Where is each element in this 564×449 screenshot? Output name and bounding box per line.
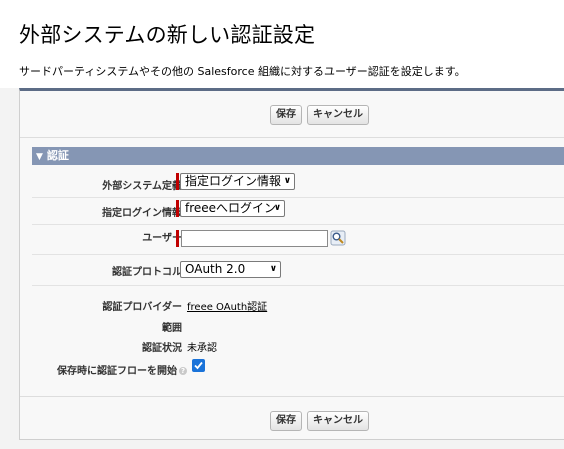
lookup-icon[interactable] bbox=[330, 230, 346, 246]
named-credential-label: 指定ログイン情報 bbox=[102, 208, 182, 219]
chevron-down-icon: ∨ bbox=[269, 264, 277, 274]
page-header: 外部システムの新しい認証設定 サードパーティシステムやその他の Salesfor… bbox=[0, 0, 564, 88]
page-title: 外部システムの新しい認証設定 bbox=[19, 23, 316, 47]
start-flow-checkbox[interactable] bbox=[192, 359, 205, 372]
bottom-button-bar: 保存 キャンセル bbox=[20, 396, 564, 443]
external-system-select[interactable]: 指定ログイン情報 ∨ bbox=[180, 173, 295, 190]
required-indicator bbox=[176, 230, 179, 247]
top-button-bar: 保存 キャンセル bbox=[20, 91, 564, 138]
auth-protocol-value: OAuth 2.0 bbox=[185, 262, 246, 276]
page-description: サードパーティシステムやその他の Salesforce 組織に対するユーザー認証… bbox=[19, 65, 466, 78]
required-indicator bbox=[176, 173, 179, 190]
external-system-label: 外部システム定義 bbox=[102, 181, 182, 192]
help-icon[interactable]: ? bbox=[179, 367, 187, 375]
cancel-button[interactable]: キャンセル bbox=[307, 411, 369, 431]
save-button[interactable]: 保存 bbox=[270, 105, 302, 125]
section-title: 認証 bbox=[46, 149, 69, 162]
field-row-start-flow: 保存時に認証フローを開始? bbox=[32, 356, 564, 382]
auth-protocol-label: 認証プロトコル bbox=[112, 267, 182, 278]
field-row-auth-protocol: 認証プロトコル OAuth 2.0 ∨ bbox=[32, 257, 564, 286]
auth-provider-label: 認証プロバイダー bbox=[102, 302, 182, 313]
auth-status-value: 未承認 bbox=[187, 343, 217, 354]
chevron-down-icon: ∨ bbox=[283, 176, 291, 186]
auth-provider-link[interactable]: freee OAuth認証 bbox=[187, 298, 267, 313]
section-header-auth[interactable]: ▼ 認証 bbox=[32, 147, 564, 165]
auth-status-label: 認証状況 bbox=[142, 343, 182, 354]
auth-protocol-select[interactable]: OAuth 2.0 ∨ bbox=[180, 261, 281, 278]
auth-settings-panel: 保存 キャンセル ▼ 認証 外部システム定義 指定ログイン情報 ∨ 指定ログイン情… bbox=[19, 88, 564, 440]
start-flow-label: 保存時に認証フローを開始 bbox=[57, 366, 177, 377]
save-button[interactable]: 保存 bbox=[270, 411, 302, 431]
field-row-named-credential: 指定ログイン情報 freeeへログイン ∨ bbox=[32, 198, 564, 225]
field-row-user: ユーザー bbox=[32, 225, 564, 255]
cancel-button[interactable]: キャンセル bbox=[307, 105, 369, 125]
field-row-external-system: 外部システム定義 指定ログイン情報 ∨ bbox=[32, 171, 564, 198]
start-flow-label-wrap: 保存時に認証フローを開始? bbox=[57, 362, 187, 377]
collapse-triangle-icon[interactable]: ▼ bbox=[36, 148, 43, 166]
required-indicator bbox=[176, 200, 179, 217]
user-input[interactable] bbox=[181, 230, 328, 247]
external-system-value: 指定ログイン情報 bbox=[185, 174, 282, 188]
chevron-down-icon: ∨ bbox=[273, 203, 281, 213]
named-credential-select[interactable]: freeeへログイン ∨ bbox=[180, 200, 285, 217]
named-credential-value: freeeへログイン bbox=[185, 201, 277, 215]
scope-label: 範囲 bbox=[162, 323, 182, 334]
